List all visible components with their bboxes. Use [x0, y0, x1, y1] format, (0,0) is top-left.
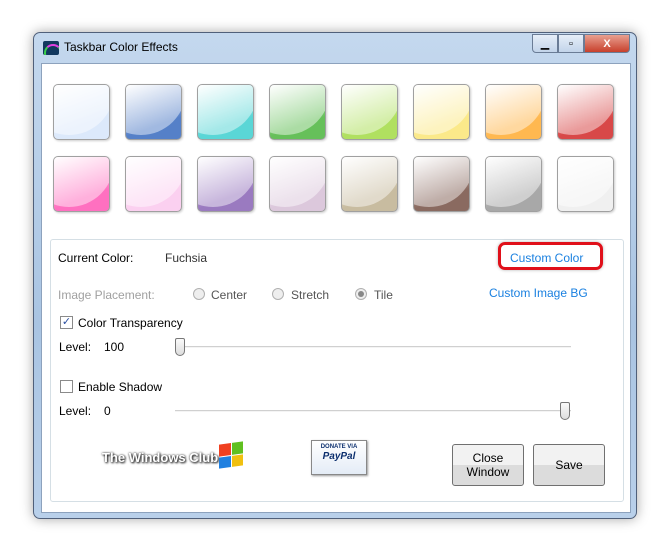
- color-swatch-red[interactable]: [557, 84, 614, 140]
- window-title: Taskbar Color Effects: [64, 40, 178, 54]
- paypal-donate-button[interactable]: DONATE VIA PayPal: [311, 440, 367, 475]
- app-icon: [43, 41, 59, 55]
- color-swatch-light-blue[interactable]: [53, 84, 110, 140]
- color-swatch-blue[interactable]: [125, 84, 182, 140]
- color-swatch-orange[interactable]: [485, 84, 542, 140]
- custom-color-link[interactable]: Custom Color: [510, 251, 583, 265]
- color-transparency-checkbox[interactable]: ✓: [60, 316, 73, 329]
- windows-club-logo[interactable]: The Windows Club: [102, 450, 218, 465]
- client-area: Current Color: Fuchsia Custom Color Imag…: [41, 63, 631, 513]
- radio-stretch[interactable]: [272, 288, 284, 300]
- current-color-label: Current Color:: [58, 251, 134, 265]
- shadow-slider-thumb[interactable]: [560, 402, 570, 420]
- color-swatch-gray[interactable]: [485, 156, 542, 212]
- transparency-slider-track[interactable]: [175, 346, 571, 348]
- close-button[interactable]: X: [584, 34, 630, 53]
- save-button[interactable]: Save: [533, 444, 605, 486]
- paypal-top-text: DONATE VIA: [320, 444, 358, 450]
- enable-shadow-checkbox[interactable]: [60, 380, 73, 393]
- color-swatch-brown[interactable]: [413, 156, 470, 212]
- paypal-brand: PayPal: [322, 451, 356, 462]
- color-transparency-label: Color Transparency: [78, 316, 183, 330]
- windows-flag-icon: [219, 441, 243, 469]
- transparency-level-label: Level:: [59, 340, 92, 354]
- color-swatch-mauve[interactable]: [269, 156, 326, 212]
- color-swatch-cyan[interactable]: [197, 84, 254, 140]
- radio-tile[interactable]: [355, 288, 367, 300]
- minimize-button[interactable]: ▁: [532, 34, 558, 53]
- transparency-level-value: 100: [104, 340, 125, 354]
- radio-tile-label: Tile: [374, 288, 393, 302]
- radio-stretch-label: Stretch: [291, 288, 330, 302]
- image-placement-label: Image Placement:: [58, 288, 155, 302]
- app-window: Taskbar Color Effects ▁ ▫ X Current Colo…: [33, 32, 637, 519]
- close-window-button[interactable]: Close Window: [452, 444, 524, 486]
- shadow-level-value: 0: [104, 404, 111, 418]
- maximize-button[interactable]: ▫: [558, 34, 584, 53]
- radio-center[interactable]: [193, 288, 205, 300]
- color-swatch-fuchsia[interactable]: [53, 156, 110, 212]
- color-swatch-lime[interactable]: [341, 84, 398, 140]
- color-swatch-white[interactable]: [557, 156, 614, 212]
- custom-image-bg-link[interactable]: Custom Image BG: [489, 286, 588, 300]
- radio-center-label: Center: [211, 288, 248, 302]
- transparency-slider-thumb[interactable]: [175, 338, 185, 356]
- shadow-level-label: Level:: [59, 404, 92, 418]
- color-swatch-light-pink[interactable]: [125, 156, 182, 212]
- shadow-slider-track[interactable]: [175, 410, 571, 412]
- color-swatch-purple[interactable]: [197, 156, 254, 212]
- color-swatch-taupe[interactable]: [341, 156, 398, 212]
- enable-shadow-label: Enable Shadow: [78, 380, 163, 394]
- current-color-value: Fuchsia: [165, 251, 208, 265]
- color-swatch-green[interactable]: [269, 84, 326, 140]
- settings-group: Current Color: Fuchsia Custom Color Imag…: [50, 239, 624, 502]
- color-swatch-yellow[interactable]: [413, 84, 470, 140]
